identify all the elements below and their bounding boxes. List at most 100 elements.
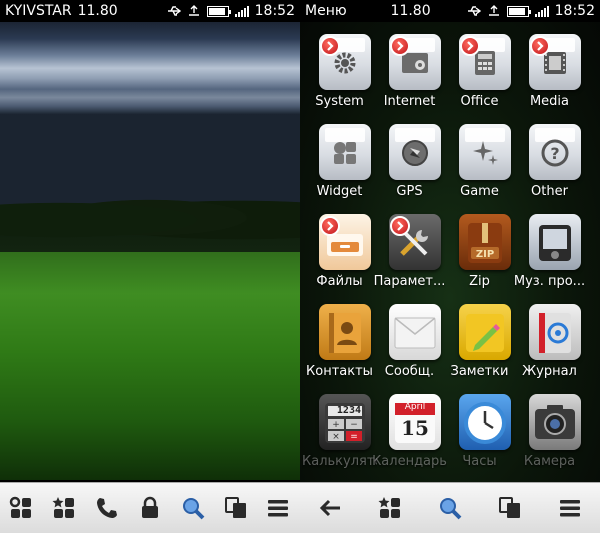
home-screen: KYIVSTAR 11.80 18:52 — [0, 0, 300, 533]
favorites-icon[interactable] — [49, 493, 79, 523]
app-music-player[interactable]: Муз. про... — [512, 208, 587, 298]
app-tile — [319, 304, 371, 360]
envelope-icon — [393, 316, 437, 354]
app-contacts[interactable]: Контакты — [302, 298, 377, 388]
app-label: Камера — [523, 454, 576, 469]
wallpaper — [0, 22, 300, 480]
app-gear[interactable]: System — [302, 28, 377, 118]
arrow-badge-icon — [460, 36, 480, 56]
search-icon[interactable] — [178, 493, 208, 523]
app-sparkle[interactable]: Game — [442, 118, 517, 208]
menu-dock — [300, 482, 600, 533]
app-zip[interactable]: ZIP Zip — [442, 208, 517, 298]
app-label: Парамет... — [373, 274, 446, 289]
app-question[interactable]: ? Other — [512, 118, 587, 208]
contacts-icon — [325, 311, 365, 359]
app-label: Муз. про... — [513, 274, 586, 289]
notes-icon — [463, 311, 507, 359]
log-icon — [535, 311, 575, 359]
home-dock — [0, 482, 300, 533]
app-tile — [389, 124, 441, 180]
app-label: Контакты — [306, 364, 373, 379]
arrow-badge-icon — [390, 36, 410, 56]
app-tile — [389, 304, 441, 360]
app-label: Other — [531, 184, 568, 199]
calculator-display: 1234 — [336, 405, 361, 416]
signal-icon — [534, 5, 549, 17]
app-widget[interactable]: Widget — [302, 118, 377, 208]
app-calculator[interactable]: Office — [442, 28, 517, 118]
music-player-icon — [535, 223, 575, 267]
data-transfer-icon — [487, 5, 501, 17]
app-label: Game — [460, 184, 499, 199]
app-tile — [319, 124, 371, 180]
film-icon — [542, 50, 568, 80]
phone-screens: KYIVSTAR 11.80 18:52 Меню 11.80 18:52 Sy… — [0, 0, 600, 533]
app-tile: ? — [529, 124, 581, 180]
app-clock[interactable]: Часы — [442, 388, 517, 478]
svg-text:ZIP: ZIP — [476, 249, 494, 260]
svg-text:×: × — [332, 432, 340, 442]
app-tile: + − × = 1234 — [319, 394, 371, 450]
app-tile — [459, 124, 511, 180]
calendar-month: April — [404, 402, 426, 412]
app-envelope[interactable]: Сообщ. — [372, 298, 447, 388]
switcher-icon[interactable] — [221, 493, 251, 523]
question-icon: ? — [541, 139, 569, 171]
app-film[interactable]: Media — [512, 28, 587, 118]
app-tile — [459, 304, 511, 360]
svg-text:+: + — [332, 420, 340, 430]
usb-icon — [167, 5, 181, 17]
app-log[interactable]: Журнал — [512, 298, 587, 388]
app-calendar[interactable]: April 15 Календарь — [372, 388, 447, 478]
app-browser[interactable]: Internet — [372, 28, 447, 118]
app-label: System — [315, 94, 364, 109]
app-compass[interactable]: GPS — [372, 118, 447, 208]
search-icon[interactable] — [435, 493, 465, 523]
zip-icon: ZIP — [465, 221, 505, 269]
favorites-icon[interactable] — [375, 493, 405, 523]
app-label: Сообщ. — [384, 364, 435, 379]
app-tile — [529, 304, 581, 360]
app-notes[interactable]: Заметки — [442, 298, 517, 388]
arrow-badge-icon — [320, 216, 340, 236]
arrow-badge-icon — [390, 216, 410, 236]
app-label: Media — [529, 94, 570, 109]
screen-title: Меню — [305, 3, 347, 19]
compass-icon — [401, 139, 429, 171]
switcher-icon[interactable] — [495, 493, 525, 523]
app-label: Internet — [383, 94, 436, 109]
phone-icon[interactable] — [92, 493, 122, 523]
app-camera[interactable]: Камера — [512, 388, 587, 478]
app-label: Zip — [469, 274, 490, 289]
battery-icon — [506, 5, 531, 17]
arrow-badge-icon — [320, 36, 340, 56]
network-indicator: 11.80 — [77, 3, 118, 19]
app-label: Калькулятор — [302, 454, 377, 469]
app-calculator-app[interactable]: +−× = 1234 Калькулятор — [302, 388, 377, 478]
lock-icon[interactable] — [135, 493, 165, 523]
app-label: Файлы — [316, 274, 363, 289]
data-transfer-icon — [187, 5, 201, 17]
app-file-cabinet[interactable]: Файлы — [302, 208, 377, 298]
status-time: 18:52 — [554, 3, 595, 19]
menu-icon[interactable] — [555, 493, 585, 523]
clock-icon — [463, 401, 507, 449]
calendar-day: 15 — [401, 416, 429, 440]
app-label: Журнал — [522, 364, 577, 379]
apps-grid-icon[interactable] — [6, 493, 36, 523]
app-tile: ZIP — [459, 214, 511, 270]
app-label: GPS — [396, 184, 423, 199]
status-time: 18:52 — [254, 3, 295, 19]
svg-text:?: ? — [550, 144, 559, 163]
arrow-badge-icon — [530, 36, 550, 56]
status-bar: Меню 11.80 18:52 — [300, 0, 600, 22]
menu-icon[interactable] — [263, 493, 293, 523]
menu-screen: Меню 11.80 18:52 System Internet Office Med… — [300, 0, 600, 533]
sparkle-icon — [471, 139, 499, 171]
app-label: Заметки — [450, 364, 509, 379]
app-tools[interactable]: Парамет... — [372, 208, 447, 298]
svg-text:−: − — [350, 420, 358, 430]
back-arrow-icon[interactable] — [315, 493, 345, 523]
app-label: Office — [460, 94, 499, 109]
